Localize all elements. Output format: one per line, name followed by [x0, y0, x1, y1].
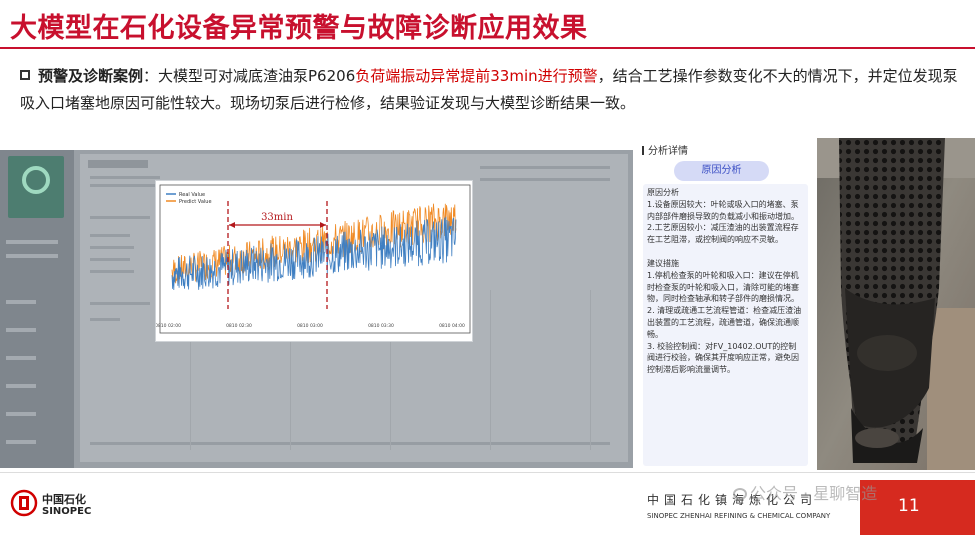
- watermark: 公众号 · 星聊智造: [733, 480, 877, 504]
- x-tick-label: 0810 03:00: [297, 323, 323, 329]
- cause-analysis-tab[interactable]: 原因分析: [674, 161, 769, 181]
- cause-item-2: 2.工艺原因较小：减压渣油的出装置流程存在工艺阻滞，或控制阀的响应不灵敏。: [647, 223, 799, 245]
- suggest-item-1: 1.停机检查泵的叶轮和吸入口：建议在停机时检查泵的叶轮和吸入口，清除可能的堵塞物…: [647, 270, 799, 304]
- wechat-icon: [733, 488, 747, 500]
- page-number: 11: [898, 496, 920, 516]
- sinopec-logo-icon: [10, 489, 38, 517]
- logo-text-cn: 中国石化: [42, 493, 86, 506]
- x-tick-label: 0810 02:30: [226, 323, 252, 329]
- case-highlight: 负荷端振动异常提前33min进行预警: [355, 67, 598, 85]
- suggest-title: 建议措施: [647, 258, 679, 268]
- legend-label-predict: Predict Value: [179, 199, 212, 205]
- company-name-en: SINOPEC ZHENHAI REFINING & CHEMICAL COMP…: [647, 512, 831, 520]
- x-tick-label: 0810 02:00: [156, 323, 181, 329]
- footer-divider: [0, 472, 975, 473]
- x-tick-label: 0810 04:00: [439, 323, 465, 329]
- analysis-body: 原因分析 1.设备原因较大：叶轮或吸入口的堵塞、泵内部部件磨损导致的负载减小和振…: [643, 184, 808, 466]
- vibration-chart: Real Value Predict Value 33min 0810 02:0…: [155, 180, 473, 342]
- suggest-item-3: 3. 校验控制阀：对FV_10402.OUT的控制阀进行校验，确保其开度响应正常…: [647, 341, 799, 375]
- monitoring-sidebar: [0, 150, 74, 468]
- x-tick-label: 0810 03:30: [368, 323, 394, 329]
- chart-svg: Real Value Predict Value 33min 0810 02:0…: [155, 184, 471, 334]
- cause-title: 原因分析: [647, 188, 679, 197]
- cause-item-1: 1.设备原因较大：叶轮或吸入口的堵塞、泵内部部件磨损导致的负载减小和振动增加。: [647, 199, 799, 221]
- watermark-text: 公众号 · 星聊智造: [750, 484, 878, 503]
- square-bullet-icon: [20, 70, 30, 80]
- annotation-label: 33min: [261, 212, 293, 223]
- analysis-panel: 分析详情 原因分析 原因分析 1.设备原因较大：叶轮或吸入口的堵塞、泵内部部件磨…: [638, 140, 813, 468]
- case-description: 预警及诊断案例：大模型可对减底渣油泵P6206负荷端振动异常提前33min进行预…: [20, 63, 965, 117]
- case-label: 预警及诊断案例: [38, 67, 144, 85]
- suggest-item-2: 2. 清理或疏通工艺流程管道：检查减压渣油出装置的工艺流程，疏通管道，确保流通顺…: [647, 306, 802, 339]
- clogged-strainer-photo: [817, 138, 975, 470]
- legend-label-real: Real Value: [179, 192, 205, 198]
- title-divider: [0, 47, 975, 49]
- page-title: 大模型在石化设备异常预警与故障诊断应用效果: [10, 13, 588, 44]
- health-gauge-icon: [8, 156, 64, 218]
- analysis-header: 分析详情: [642, 142, 688, 157]
- logo-text-en: SINOPEC: [42, 506, 92, 517]
- case-text-before: ：大模型可对减底渣油泵P6206: [143, 67, 356, 85]
